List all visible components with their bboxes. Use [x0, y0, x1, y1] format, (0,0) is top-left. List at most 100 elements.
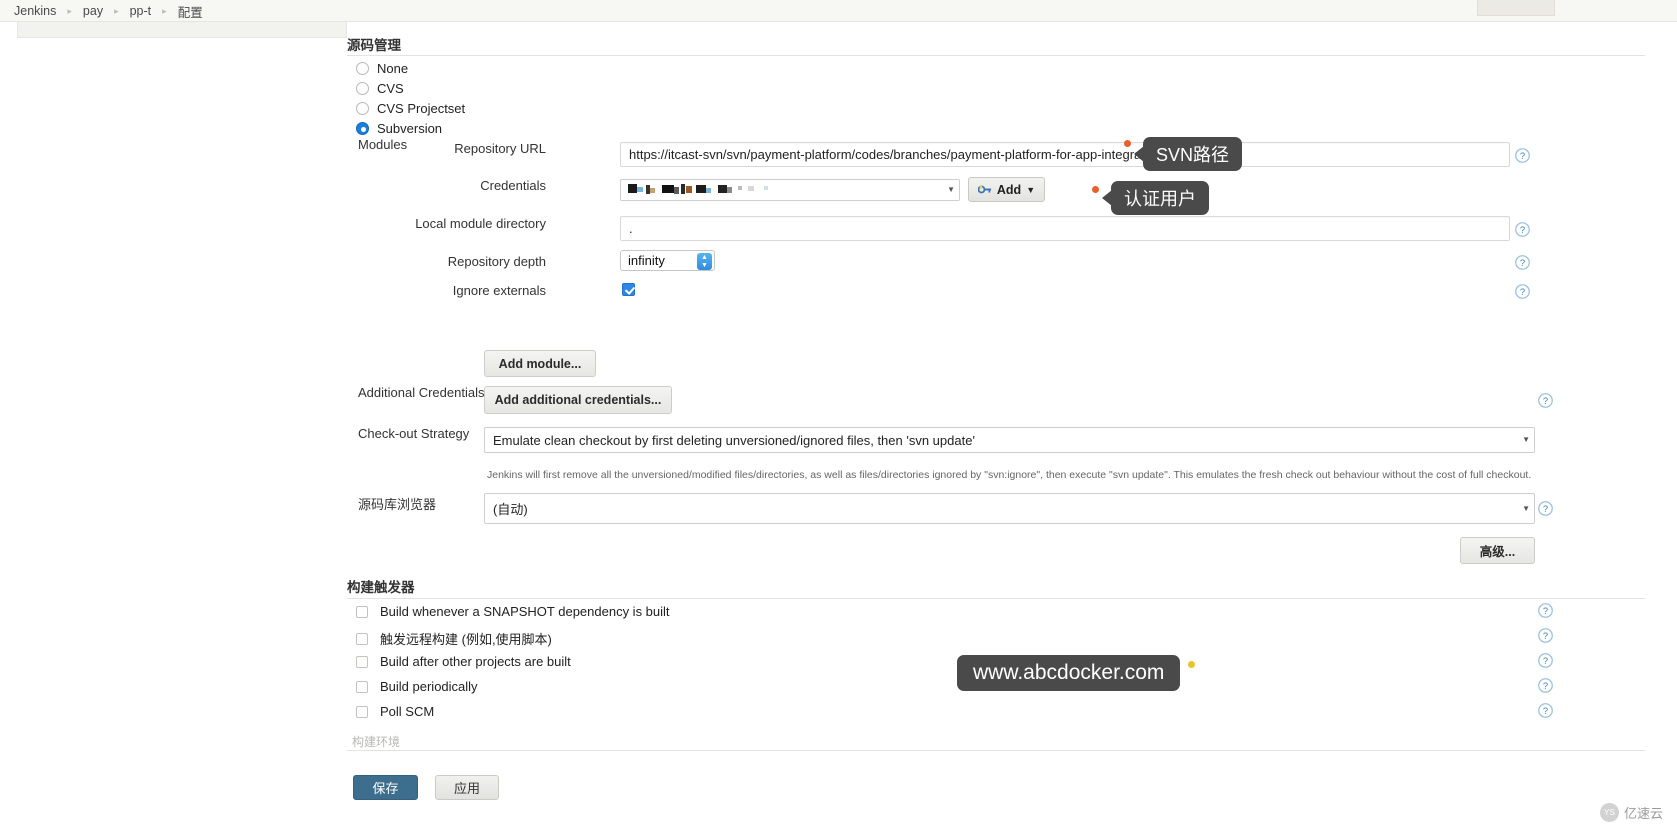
label-repository-browser: 源码库浏览器 [358, 497, 437, 512]
local-module-directory-input[interactable]: . [620, 216, 1510, 241]
help-icon[interactable]: ? [1515, 148, 1530, 163]
radio-label-none: None [377, 61, 409, 76]
trigger-row-after-projects[interactable]: Build after other projects are built [356, 654, 571, 669]
label-local-module-directory: Local module directory [415, 216, 546, 231]
stepper-icon[interactable]: ▲ ▼ [697, 253, 712, 270]
section-divider [347, 598, 1645, 599]
radio-label-cvs-projectset: CVS Projectset [377, 101, 466, 116]
checkout-strategy-help-text: Jenkins will first remove all the unvers… [487, 469, 1532, 481]
watermark-abcdocker: www.abcdocker.com [957, 655, 1181, 691]
trigger-row-snapshot[interactable]: Build whenever a SNAPSHOT dependency is … [356, 604, 670, 619]
help-icon[interactable]: ? [1538, 603, 1553, 618]
svg-text:?: ? [1520, 151, 1525, 161]
advanced-button[interactable]: 高级... [1460, 537, 1535, 564]
annotation-dot-auth-user [1092, 186, 1099, 193]
add-module-button[interactable]: Add module... [484, 350, 596, 377]
section-divider [347, 750, 1645, 751]
help-icon[interactable]: ? [1515, 255, 1530, 270]
trigger-label-snapshot: Build whenever a SNAPSHOT dependency is … [380, 604, 670, 619]
key-icon [977, 185, 991, 194]
trigger-label-after-projects: Build after other projects are built [380, 654, 571, 669]
add-credentials-button[interactable]: Add ▼ [968, 177, 1045, 202]
repository-depth-value: infinity [628, 253, 665, 268]
brand-logo-icon: YS [1599, 803, 1619, 822]
breadcrumb-item-config[interactable]: 配置 [178, 2, 203, 21]
apply-button[interactable]: 应用 [435, 775, 499, 800]
label-ignore-externals: Ignore externals [452, 283, 546, 298]
svg-text:?: ? [1520, 225, 1525, 235]
repository-url-input[interactable]: https://itcast-svn/svn/payment-platform/… [620, 142, 1510, 167]
checkout-strategy-value: Emulate clean checkout by first deleting… [493, 432, 975, 448]
trigger-row-remote[interactable]: 触发远程构建 (例如,使用脚本) [356, 629, 552, 648]
label-credentials: Credentials [480, 178, 546, 193]
breadcrumb-separator-icon: ▸ [162, 5, 167, 16]
trigger-checkbox-periodically[interactable] [356, 680, 368, 693]
save-button[interactable]: 保存 [353, 775, 418, 800]
trigger-row-poll-scm[interactable]: Poll SCM [356, 704, 434, 719]
trigger-checkbox-remote[interactable] [356, 632, 368, 645]
section-title-build-env: 构建环境 [352, 735, 401, 749]
radio-cvs[interactable] [356, 82, 369, 95]
svg-text:?: ? [1543, 606, 1548, 616]
repository-browser-select[interactable]: (自动) ▼ [484, 493, 1535, 524]
breadcrumb-item-pay[interactable]: pay [83, 4, 103, 18]
label-checkout-strategy: Check-out Strategy [358, 426, 470, 441]
jenkins-config-page: Jenkins ▸ pay ▸ pp-t ▸ 配置 源码管理 None CVS … [0, 0, 1677, 830]
section-divider [347, 55, 1645, 56]
svg-text:?: ? [1520, 287, 1525, 297]
label-additional-credentials: Additional Credentials [358, 385, 485, 400]
radio-label-subversion: Subversion [377, 121, 443, 136]
chevron-down-icon: ▼ [1522, 503, 1530, 513]
radio-row-cvs-projectset[interactable]: CVS Projectset [356, 101, 465, 116]
annotation-dot-svn-path [1124, 140, 1131, 147]
trigger-label-remote: 触发远程构建 (例如,使用脚本) [380, 632, 552, 647]
breadcrumb-item-pp-t[interactable]: pp-t [130, 4, 152, 18]
svg-text:?: ? [1543, 631, 1548, 641]
radio-cvs-projectset[interactable] [356, 102, 369, 115]
radio-row-none[interactable]: None [356, 61, 408, 76]
help-icon[interactable]: ? [1538, 703, 1553, 718]
radio-row-subversion[interactable]: Subversion [356, 121, 442, 136]
chevron-down-icon: ▼ [1522, 435, 1530, 444]
callout-auth-user: 认证用户 [1111, 181, 1209, 215]
trigger-checkbox-poll-scm[interactable] [356, 705, 368, 718]
repository-url-value: https://itcast-svn/svn/payment-platform/… [629, 147, 1153, 162]
help-icon[interactable]: ? [1515, 284, 1530, 299]
svg-text:?: ? [1543, 681, 1548, 691]
ignore-externals-checkbox[interactable] [622, 283, 635, 296]
radio-subversion[interactable] [356, 122, 369, 135]
trigger-label-poll-scm: Poll SCM [380, 704, 435, 719]
checkout-strategy-select[interactable]: Emulate clean checkout by first deleting… [484, 427, 1535, 453]
label-repository-depth: Repository depth [447, 254, 546, 269]
svg-text:?: ? [1543, 706, 1548, 716]
radio-row-cvs[interactable]: CVS [356, 81, 404, 96]
svg-text:?: ? [1543, 504, 1548, 514]
radio-none[interactable] [356, 62, 369, 75]
help-icon[interactable]: ? [1538, 393, 1553, 408]
help-icon[interactable]: ? [1515, 222, 1530, 237]
trigger-checkbox-snapshot[interactable] [356, 605, 368, 618]
add-additional-credentials-button[interactable]: Add additional credentials... [484, 386, 672, 414]
trigger-row-periodically[interactable]: Build periodically [356, 679, 478, 694]
breadcrumb-separator-icon: ▸ [67, 5, 72, 16]
chevron-down-icon: ▼ [947, 185, 955, 194]
svg-text:?: ? [1520, 258, 1525, 268]
section-title-triggers: 构建触发器 [347, 580, 415, 595]
brand-watermark: YS 亿速云 [1599, 803, 1663, 822]
breadcrumb-item-jenkins[interactable]: Jenkins [14, 4, 56, 18]
help-icon[interactable]: ? [1538, 501, 1553, 516]
help-icon[interactable]: ? [1538, 628, 1553, 643]
credentials-redaction [628, 184, 768, 194]
top-right-button-stub[interactable] [1477, 0, 1555, 16]
help-icon[interactable]: ? [1538, 678, 1553, 693]
svg-text:?: ? [1543, 656, 1548, 666]
svg-text:?: ? [1543, 396, 1548, 406]
help-icon[interactable]: ? [1538, 653, 1553, 668]
section-title-scm: 源码管理 [347, 38, 401, 53]
radio-label-cvs: CVS [377, 81, 404, 96]
add-credentials-label: Add [996, 182, 1022, 197]
trigger-checkbox-after-projects[interactable] [356, 655, 368, 668]
repository-depth-select[interactable]: infinity ▲ ▼ [620, 250, 715, 271]
trigger-label-periodically: Build periodically [380, 679, 478, 694]
breadcrumb: Jenkins ▸ pay ▸ pp-t ▸ 配置 [0, 0, 1677, 22]
